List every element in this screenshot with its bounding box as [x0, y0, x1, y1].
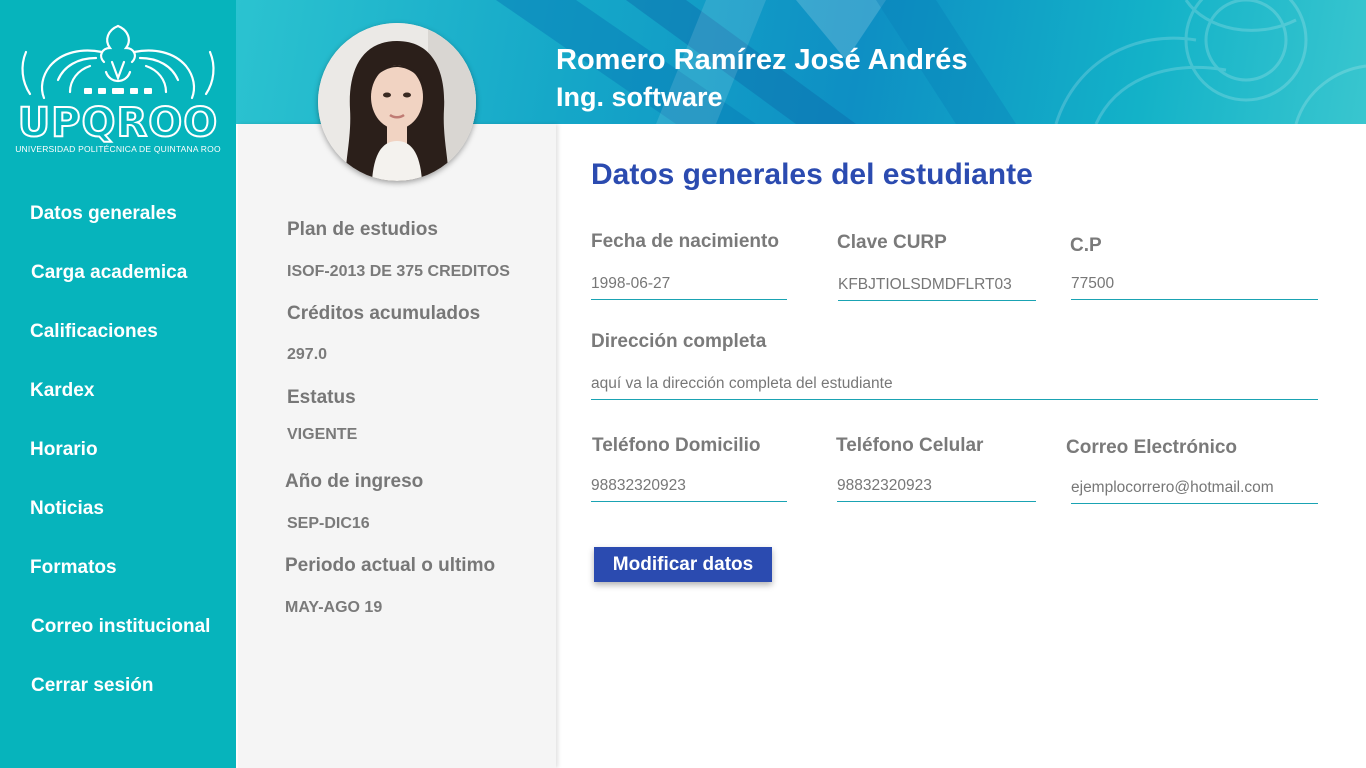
cell-phone-field[interactable] — [837, 476, 1036, 502]
sidebar-item-formatos[interactable]: Formatos — [30, 557, 117, 579]
upqroo-logo[interactable]: UPQROO UNIVERSIDAD POLITÉCNICA DE QUINTA… — [12, 22, 224, 156]
address-label: Dirección completa — [591, 331, 767, 352]
credits-value: 297.0 — [287, 346, 328, 363]
sidebar: UPQROO UNIVERSIDAD POLITÉCNICA DE QUINTA… — [0, 0, 236, 768]
email-field[interactable] — [1071, 478, 1318, 504]
page-title: Datos generales del estudiante — [591, 158, 1033, 191]
curp-label: Clave CURP — [837, 232, 947, 253]
entry-year-label: Año de ingreso — [285, 471, 424, 492]
entry-year-value: SEP-DIC16 — [287, 515, 370, 532]
student-avatar — [318, 23, 476, 181]
sidebar-item-datos-generales[interactable]: Datos generales — [30, 203, 177, 225]
email-label: Correo Electrónico — [1066, 437, 1238, 458]
birth-date-label: Fecha de nacimiento — [591, 231, 779, 252]
curp-field[interactable] — [838, 275, 1036, 301]
modify-data-button[interactable]: Modificar datos — [594, 547, 772, 582]
home-phone-label: Teléfono Domicilio — [592, 435, 761, 456]
sidebar-item-carga-academica[interactable]: Carga academica — [31, 262, 187, 284]
logo-subtitle: UNIVERSIDAD POLITÉCNICA DE QUINTANA ROO — [15, 144, 221, 154]
period-value: MAY-AGO 19 — [285, 599, 383, 616]
profile-photo — [318, 23, 476, 181]
period-label: Periodo actual o ultimo — [285, 555, 496, 576]
sidebar-item-kardex[interactable]: Kardex — [30, 380, 94, 402]
cp-field[interactable] — [1071, 274, 1318, 300]
sidebar-item-noticias[interactable]: Noticias — [30, 498, 104, 520]
sidebar-item-horario[interactable]: Horario — [30, 439, 98, 461]
status-value: VIGENTE — [287, 426, 358, 443]
sidebar-item-calificaciones[interactable]: Calificaciones — [30, 321, 158, 343]
cp-label: C.P — [1070, 235, 1102, 256]
status-label: Estatus — [287, 387, 356, 408]
student-career: Ing. software — [556, 82, 723, 112]
sidebar-item-correo-institucional[interactable]: Correo institucional — [31, 616, 210, 638]
credits-label: Créditos acumulados — [287, 303, 481, 324]
sidebar-item-cerrar-sesion[interactable]: Cerrar sesión — [31, 675, 154, 697]
plan-label: Plan de estudios — [287, 219, 438, 240]
address-field[interactable] — [591, 374, 1318, 400]
eagle-emblem-icon — [21, 24, 215, 100]
logo-wordmark: UPQROO — [17, 99, 219, 147]
plan-value: ISOF-2013 DE 375 CREDITOS — [287, 263, 510, 280]
student-name: Romero Ramírez José Andrés — [556, 44, 968, 76]
birth-date-field[interactable] — [591, 274, 787, 300]
home-phone-field[interactable] — [591, 476, 787, 502]
cell-phone-label: Teléfono Celular — [836, 435, 984, 456]
